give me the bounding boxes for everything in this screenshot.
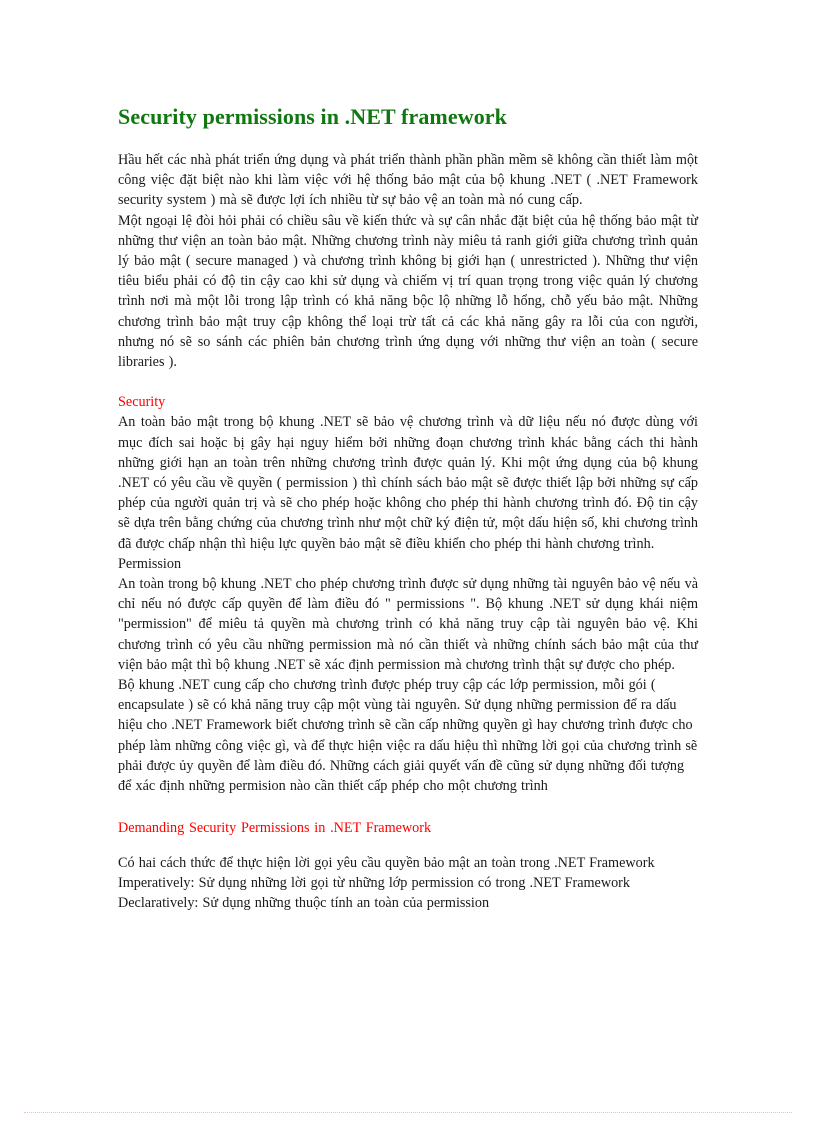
spacer-before-security-heading xyxy=(118,372,698,392)
page-break-marker xyxy=(24,1112,792,1113)
security-paragraph-1: An toàn bảo mật trong bộ khung .NET sẽ b… xyxy=(118,414,698,552)
intro-paragraph-2: Một ngoại lệ đòi hỏi phải có chiều sâu v… xyxy=(118,212,698,371)
demanding-item-imperative: Imperatively: Sử dụng những lời gọi từ n… xyxy=(118,874,630,891)
section-heading-security: Security xyxy=(118,394,166,411)
document-page: Security permissions in .NET framework H… xyxy=(0,0,816,1123)
intro-paragraph-1: Hầu hết các nhà phát triển ứng dụng và p… xyxy=(118,152,698,209)
section-heading-permission: Permission xyxy=(118,555,182,572)
spacer-after-demanding-heading xyxy=(118,839,698,853)
document-content: Security permissions in .NET framework H… xyxy=(118,104,698,913)
page-title: Security permissions in .NET framework xyxy=(118,104,507,129)
permission-paragraph-2: Bộ khung .NET cung cấp cho chương trình … xyxy=(118,677,698,795)
section-heading-demanding-security-permissions: Demanding Security Permissions in .NET F… xyxy=(118,820,432,837)
spacer-before-demanding-heading xyxy=(118,796,698,818)
demanding-item-declarative: Declaratively: Sử dụng những thuộc tính … xyxy=(118,894,490,911)
demanding-paragraph-1: Có hai cách thức để thực hiện lời gọi yê… xyxy=(118,854,655,871)
permission-paragraph-1: An toàn trong bộ khung .NET cho phép chư… xyxy=(118,576,698,673)
